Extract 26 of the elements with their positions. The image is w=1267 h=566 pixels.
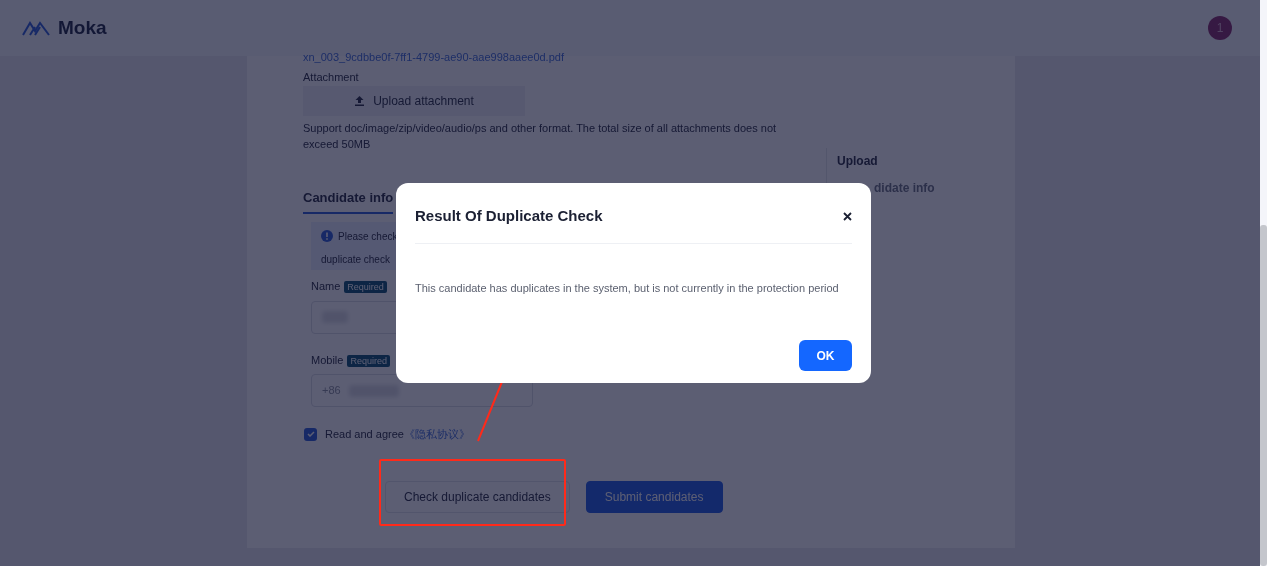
required-tag: Required bbox=[347, 354, 390, 367]
upload-button[interactable]: Upload attachment bbox=[303, 85, 525, 116]
logo-icon bbox=[22, 20, 50, 36]
field-label: Attachment bbox=[303, 70, 360, 85]
nav-item[interactable]: Upload bbox=[837, 148, 935, 175]
upload-icon bbox=[354, 95, 366, 106]
notice-text: duplicate check bbox=[321, 253, 390, 267]
ok-button[interactable]: OK bbox=[799, 340, 852, 371]
dialog-title: Result Of Duplicate Check bbox=[415, 206, 603, 226]
notice-text: Please check bbox=[338, 230, 398, 244]
agreement-text: Read and agree bbox=[325, 427, 404, 442]
dialog-message: This candidate has duplicates in the system, but is not currently in the protection period bbox=[415, 280, 840, 296]
field-label: Mobile bbox=[311, 353, 344, 366]
check-button[interactable]: Check duplicate candidates bbox=[385, 480, 570, 513]
check-icon bbox=[306, 431, 315, 438]
close-icon[interactable] bbox=[843, 211, 852, 221]
upload-hint: Support doc/image/zip/video/audio/ps and other format. The total size of all attachments does not exceed 50MB bbox=[303, 120, 778, 152]
field-label: Name bbox=[311, 280, 341, 292]
required-tag: Required bbox=[344, 281, 387, 293]
section-tab[interactable]: Candidate info bbox=[303, 187, 394, 214]
info-icon bbox=[321, 230, 333, 242]
file-link[interactable]: xn_003_9cdbbe0f-7ff1-4799-ae90-aae998aaee0d.pdf bbox=[303, 50, 826, 64]
scrollbar[interactable] bbox=[1260, 0, 1267, 566]
checkbox[interactable] bbox=[304, 427, 317, 441]
submit-button[interactable]: Submit candidates bbox=[585, 480, 723, 513]
logo-text: Moka bbox=[58, 15, 107, 40]
